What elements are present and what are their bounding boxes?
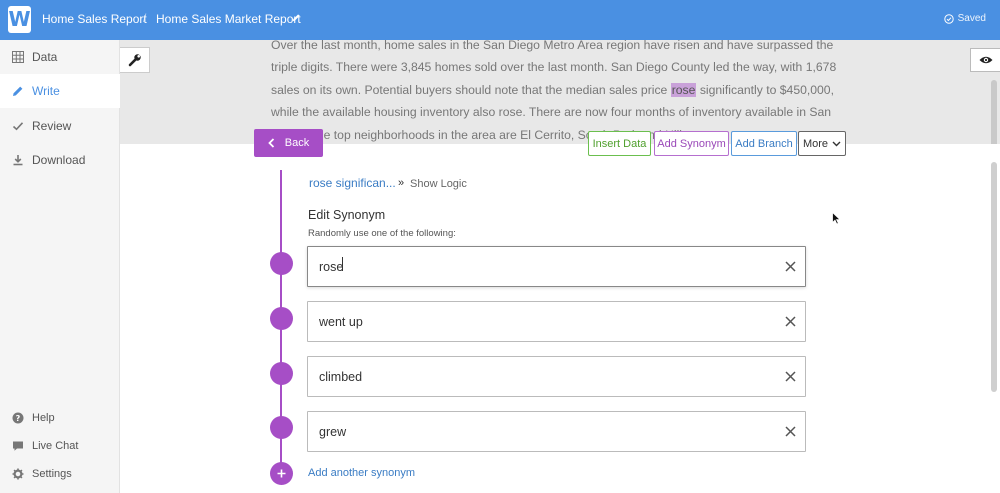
saved-status: Saved xyxy=(943,13,986,24)
mouse-cursor-icon xyxy=(832,212,841,225)
insert-data-button[interactable]: Insert Data xyxy=(588,131,651,156)
sidebar: Data Write Review Download ? Help Live C… xyxy=(0,40,120,493)
plus-icon xyxy=(277,469,286,478)
add-synonym-plus-button[interactable] xyxy=(270,462,293,485)
grid-icon xyxy=(12,51,24,63)
app-logo[interactable]: W xyxy=(8,6,31,33)
add-another-synonym-link[interactable]: Add another synonym xyxy=(308,467,415,479)
sidebar-item-label: Data xyxy=(32,50,58,64)
more-label: More xyxy=(802,137,829,150)
sidebar-item-settings[interactable]: Settings xyxy=(0,460,120,488)
report-preview: Over the last month, home sales in the S… xyxy=(120,40,1000,144)
app-title-link[interactable]: Home Sales Report xyxy=(42,12,147,26)
preview-toggle-button[interactable] xyxy=(970,48,1000,72)
synonym-input[interactable] xyxy=(319,302,759,341)
preview-scrollbar[interactable] xyxy=(991,80,997,144)
synonym-row xyxy=(307,301,806,342)
wrench-icon xyxy=(128,54,141,67)
wrench-button[interactable] xyxy=(120,47,150,73)
sidebar-item-data[interactable]: Data xyxy=(0,40,120,74)
sidebar-item-label: Live Chat xyxy=(32,440,79,452)
sidebar-item-download[interactable]: Download xyxy=(0,143,120,177)
more-dropdown[interactable]: More xyxy=(798,131,846,156)
sidebar-item-live-chat[interactable]: Live Chat xyxy=(0,432,120,460)
chevron-left-icon xyxy=(267,138,274,148)
svg-text:?: ? xyxy=(16,414,21,423)
timeline-tail xyxy=(280,440,282,463)
edit-synonym-title: Edit Synonym xyxy=(308,208,386,222)
timeline-dot xyxy=(270,362,293,385)
download-icon xyxy=(12,154,24,166)
sidebar-item-label: Help xyxy=(32,412,55,424)
sidebar-item-label: Write xyxy=(32,84,60,98)
synonym-row xyxy=(307,411,806,452)
gear-icon xyxy=(12,468,24,480)
highlighted-word[interactable]: rose xyxy=(670,82,697,97)
close-icon[interactable] xyxy=(784,370,797,383)
synonym-input[interactable] xyxy=(319,412,759,451)
timeline-dot xyxy=(270,252,293,275)
back-button[interactable]: Back xyxy=(254,129,323,157)
text-caret xyxy=(342,257,343,271)
sidebar-item-label: Download xyxy=(32,153,86,167)
breadcrumb-arrow: » xyxy=(398,177,405,189)
source-phrase-link[interactable]: rose significan... xyxy=(309,176,396,190)
edit-synonym-subtitle: Randomly use one of the following: xyxy=(308,228,456,239)
breadcrumb-separator: / xyxy=(143,11,147,25)
synonym-timeline-line xyxy=(280,170,282,440)
check-icon xyxy=(12,120,24,132)
pencil-icon xyxy=(12,85,24,97)
close-icon[interactable] xyxy=(784,425,797,438)
sidebar-item-label: Settings xyxy=(32,468,72,480)
chevron-down-icon xyxy=(832,141,841,146)
show-logic-link[interactable]: Show Logic xyxy=(410,178,467,190)
sidebar-item-write[interactable]: Write xyxy=(0,74,120,108)
eye-icon xyxy=(979,56,992,64)
sidebar-item-help[interactable]: ? Help xyxy=(0,404,120,432)
editor-scrollbar[interactable] xyxy=(991,162,997,392)
synonym-row xyxy=(307,246,806,287)
add-synonym-button[interactable]: Add Synonym xyxy=(654,131,729,156)
chat-icon xyxy=(12,440,24,452)
document-title[interactable]: Home Sales Market Report xyxy=(156,12,301,26)
synonym-input[interactable] xyxy=(319,247,759,286)
timeline-dot xyxy=(270,307,293,330)
timeline-dot xyxy=(270,416,293,439)
back-button-label: Back xyxy=(284,137,310,149)
preview-paragraph: Over the last month, home sales in the S… xyxy=(271,40,843,144)
sidebar-item-review[interactable]: Review xyxy=(0,109,120,143)
synonym-row xyxy=(307,356,806,397)
synonym-input[interactable] xyxy=(319,357,759,396)
close-icon[interactable] xyxy=(784,260,797,273)
saved-label: Saved xyxy=(957,13,986,24)
question-icon: ? xyxy=(12,412,24,424)
close-icon[interactable] xyxy=(784,315,797,328)
top-bar: W Home Sales Report / Home Sales Market … xyxy=(0,0,1000,40)
edit-title-pencil-icon[interactable] xyxy=(292,13,301,22)
add-branch-button[interactable]: Add Branch xyxy=(731,131,797,156)
check-circle-icon xyxy=(943,13,954,24)
sidebar-item-label: Review xyxy=(32,119,72,133)
